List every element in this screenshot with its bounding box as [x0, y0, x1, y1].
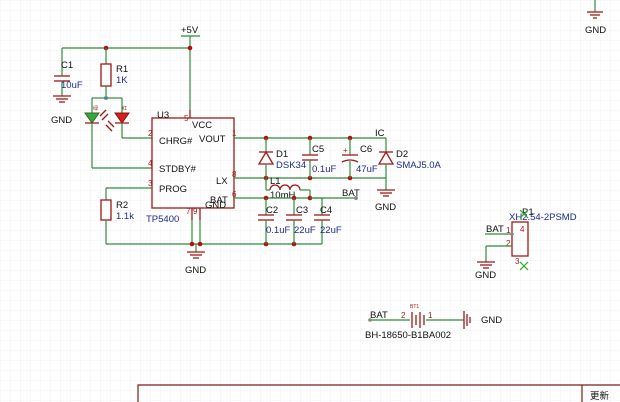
r1-ref: R1 [116, 64, 128, 75]
net-ic-label: IC [375, 128, 385, 139]
l1-value: 10mH [270, 190, 295, 201]
pin-num-vcc: 5 [184, 114, 189, 123]
c1-gnd-label: GND [51, 115, 72, 126]
c1-value: 10uF [61, 80, 83, 91]
pin-vcc: VCC [192, 120, 212, 131]
c5-value: 0.1uF [312, 164, 336, 175]
p1-pin3: 3 [515, 257, 520, 266]
c1-ref: C1 [61, 60, 73, 71]
p1-pin2: 2 [506, 239, 511, 248]
c3-value: 22uF [294, 225, 316, 236]
pin-num-vout: 1 [232, 129, 237, 138]
u3-ref: U3 [157, 110, 169, 121]
u3-part: TP5400 [146, 214, 179, 225]
c3-ref: C3 [296, 205, 308, 216]
ic-gnd-label: GND [185, 265, 206, 276]
led-red-tag: 红 [122, 105, 127, 112]
bt1-pin-left: 2 [401, 311, 406, 320]
d2-gnd-label: GND [375, 202, 396, 213]
pin-gnd: GND [205, 200, 226, 211]
l1-ref: L1 [270, 176, 281, 187]
c2-ref: C2 [266, 205, 278, 216]
bt1-ref: BT1 [410, 304, 419, 310]
gnd-label: GND [585, 25, 606, 36]
p1-gnd-label: GND [475, 270, 496, 281]
d2-value: SMAJ5.0A [396, 160, 442, 171]
c6-ref: C6 [360, 144, 372, 155]
pin-vout: VOUT [199, 134, 226, 145]
p1-pin4: 4 [520, 225, 525, 234]
pin-lx: LX [216, 176, 228, 187]
pin-prog: PROG [159, 184, 187, 195]
p1-value: XH2.54-2PSMD [509, 212, 577, 223]
pin-num-prog: 3 [148, 179, 153, 188]
pin-num-gnd-a: 7 [186, 207, 191, 216]
c4-value: 22uF [320, 225, 342, 236]
pin-stdby: STDBY# [159, 164, 197, 175]
d2-ref: D2 [396, 149, 408, 160]
bt1-gnd-label: GND [481, 315, 502, 326]
c2-value: 0.1uF [266, 225, 290, 236]
c5-ref: C5 [312, 144, 324, 155]
bat-net-label: BAT [342, 188, 360, 199]
r2-value: 1.1k [116, 211, 134, 222]
svg-text:+: + [343, 146, 348, 155]
c6-value: 47uF [356, 164, 378, 175]
p1-bat-label: BAT [486, 224, 504, 235]
r2-ref: R2 [116, 200, 128, 211]
c4-ref: C4 [320, 205, 332, 216]
bt1-bat-label: BAT [370, 310, 388, 321]
led-green-tag: 绿 [93, 105, 98, 112]
bt1-pin-right: 1 [428, 311, 433, 320]
pin-num-chrg: 2 [148, 129, 153, 138]
title-block-corner-text: 更新 [590, 390, 610, 402]
bt1-value: BH-18650-B1BA002 [365, 330, 451, 341]
pin-chrg: CHRG# [159, 136, 193, 147]
vcc-label: +5V [181, 25, 199, 36]
d1-ref: D1 [276, 149, 288, 160]
r1-value: 1K [116, 75, 128, 86]
pin-num-stdby: 4 [148, 159, 153, 168]
grid-background [0, 0, 620, 402]
schematic-sheet: GND +5V C1 10uF GND R1 1K 绿 红 U3 TP5400 … [0, 0, 620, 402]
pin-num-gnd-b: 9 [193, 207, 198, 216]
d1-value: DSK34 [276, 160, 306, 171]
